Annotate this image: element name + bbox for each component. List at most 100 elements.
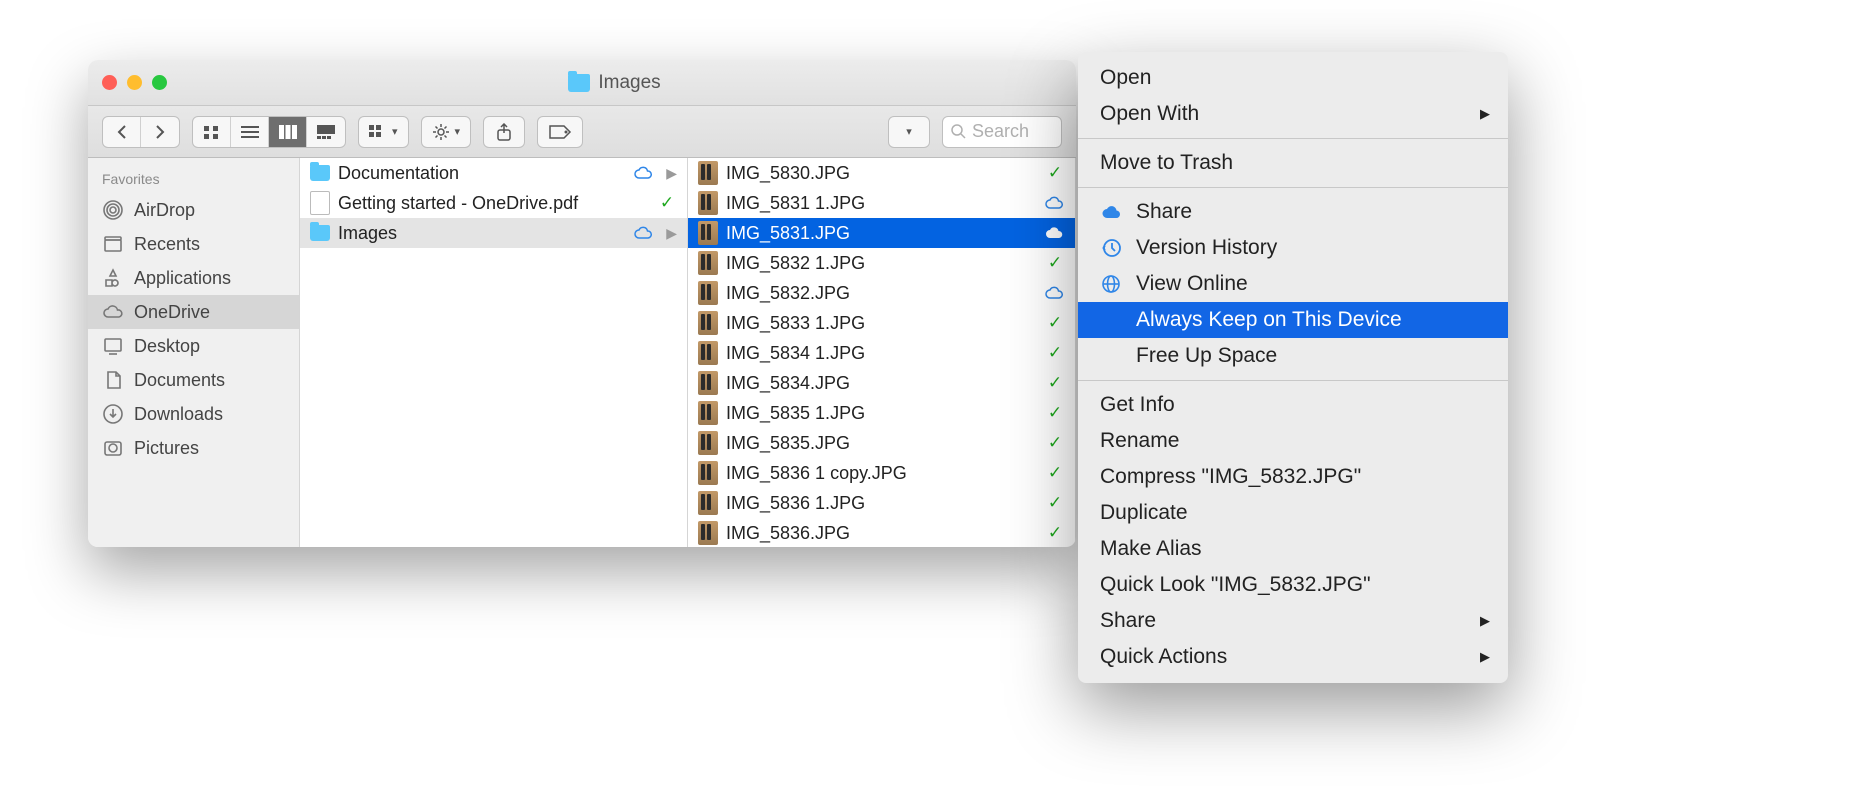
- file-name: Images: [338, 223, 626, 244]
- column-2: IMG_5830.JPG✓IMG_5831 1.JPGIMG_5831.JPGI…: [688, 158, 1076, 547]
- file-name: IMG_5831.JPG: [726, 223, 1037, 244]
- sidebar-item-label: Recents: [134, 234, 200, 255]
- column2-row[interactable]: IMG_5836.JPG✓: [688, 518, 1075, 547]
- file-name: IMG_5836.JPG: [726, 523, 1037, 544]
- image-thumbnail-icon: [698, 191, 718, 215]
- close-window-button[interactable]: [102, 75, 117, 90]
- minimize-window-button[interactable]: [127, 75, 142, 90]
- context-menu-item[interactable]: Compress "IMG_5832.JPG": [1078, 459, 1508, 495]
- image-thumbnail-icon: [698, 281, 718, 305]
- context-menu-item[interactable]: Share: [1078, 603, 1508, 639]
- file-name: Documentation: [338, 163, 626, 184]
- synced-icon: ✓: [1045, 433, 1065, 453]
- view-mode-buttons: [192, 116, 346, 148]
- toolbar: ▾ ▾ ▾ Search: [88, 106, 1076, 158]
- context-menu-item[interactable]: Rename: [1078, 423, 1508, 459]
- column1-row[interactable]: Getting started - OneDrive.pdf✓: [300, 188, 687, 218]
- sidebar-item-airdrop[interactable]: AirDrop: [88, 193, 299, 227]
- gallery-view-button[interactable]: [307, 117, 345, 147]
- column2-row[interactable]: IMG_5834 1.JPG ✓: [688, 338, 1075, 368]
- context-menu-item[interactable]: Open With: [1078, 96, 1508, 132]
- share-button[interactable]: [483, 116, 525, 148]
- downloads-icon: [102, 403, 124, 425]
- column2-row[interactable]: IMG_5832 1.JPG✓: [688, 248, 1075, 278]
- file-name: IMG_5831 1.JPG: [726, 193, 1037, 214]
- sidebar-item-documents[interactable]: Documents: [88, 363, 299, 397]
- sidebar-item-applications[interactable]: Applications: [88, 261, 299, 295]
- sidebar-item-onedrive[interactable]: OneDrive: [88, 295, 299, 329]
- column2-row[interactable]: IMG_5831 1.JPG: [688, 188, 1075, 218]
- context-menu-label: Duplicate: [1100, 501, 1188, 525]
- column2-row[interactable]: IMG_5833 1.JPG✓: [688, 308, 1075, 338]
- history-icon: [1100, 238, 1122, 258]
- file-name: IMG_5835 1.JPG: [726, 403, 1037, 424]
- context-menu-label: Free Up Space: [1136, 344, 1277, 368]
- icon-view-button[interactable]: [193, 117, 231, 147]
- column2-row[interactable]: IMG_5836 1.JPG ✓: [688, 488, 1075, 518]
- cloud-icon: [102, 301, 124, 323]
- document-icon: [310, 191, 330, 215]
- image-thumbnail-icon: [698, 221, 718, 245]
- cloud-icon: [1045, 286, 1065, 300]
- column2-row[interactable]: IMG_5835.JPG✓: [688, 428, 1075, 458]
- column2-row[interactable]: IMG_5836 1 copy.JPG✓: [688, 458, 1075, 488]
- column-1: Documentation ▶ Getting started - OneDrive…: [300, 158, 688, 547]
- file-name: IMG_5836 1 copy.JPG: [726, 463, 1037, 484]
- action-button[interactable]: ▾: [421, 116, 472, 148]
- pictures-icon: [102, 437, 124, 459]
- context-menu-item[interactable]: Make Alias: [1078, 531, 1508, 567]
- dropdown-button[interactable]: ▾: [888, 116, 930, 148]
- search-placeholder: Search: [972, 121, 1029, 142]
- synced-icon: ✓: [1045, 343, 1065, 363]
- image-thumbnail-icon: [698, 161, 718, 185]
- arrange-button[interactable]: ▾: [358, 116, 409, 148]
- list-view-button[interactable]: [231, 117, 269, 147]
- column1-row[interactable]: Documentation ▶: [300, 158, 687, 188]
- sidebar-item-desktop[interactable]: Desktop: [88, 329, 299, 363]
- context-menu-label: Open: [1100, 66, 1151, 90]
- column1-row[interactable]: Images▶: [300, 218, 687, 248]
- context-menu-label: Get Info: [1100, 393, 1175, 417]
- context-menu-item[interactable]: Get Info: [1078, 387, 1508, 423]
- file-name: IMG_5836 1.JPG: [726, 493, 1037, 514]
- context-menu-item[interactable]: Version History: [1078, 230, 1508, 266]
- context-menu-item[interactable]: Move to Trash: [1078, 145, 1508, 181]
- context-menu-item[interactable]: Open: [1078, 60, 1508, 96]
- file-name: IMG_5834 1.JPG: [726, 343, 1037, 364]
- context-menu-item[interactable]: Always Keep on This Device: [1078, 302, 1508, 338]
- column2-row[interactable]: IMG_5831.JPG: [688, 218, 1075, 248]
- sidebar-item-recents[interactable]: Recents: [88, 227, 299, 261]
- column-view-button[interactable]: [269, 117, 307, 147]
- cloud-icon: [634, 166, 654, 180]
- forward-button[interactable]: [141, 117, 179, 147]
- chevron-right-icon: ▶: [666, 165, 677, 182]
- context-menu-item[interactable]: Quick Actions: [1078, 639, 1508, 675]
- back-button[interactable]: [103, 117, 141, 147]
- image-thumbnail-icon: [698, 341, 718, 365]
- sidebar-item-downloads[interactable]: Downloads: [88, 397, 299, 431]
- sidebar-item-label: Documents: [134, 370, 225, 391]
- file-name: IMG_5830.JPG: [726, 163, 1037, 184]
- context-menu-label: Rename: [1100, 429, 1179, 453]
- sidebar-item-label: Pictures: [134, 438, 199, 459]
- search-field[interactable]: Search: [942, 116, 1062, 148]
- context-menu-item[interactable]: Quick Look "IMG_5832.JPG": [1078, 567, 1508, 603]
- context-menu-item[interactable]: Duplicate: [1078, 495, 1508, 531]
- context-menu-item[interactable]: View Online: [1078, 266, 1508, 302]
- sidebar-item-label: Applications: [134, 268, 231, 289]
- sidebar-item-pictures[interactable]: Pictures: [88, 431, 299, 465]
- sidebar: Favorites AirDropRecentsApplicationsOneD…: [88, 158, 300, 547]
- cloud-blue-icon: [1100, 204, 1122, 220]
- tags-button[interactable]: [537, 116, 583, 148]
- context-menu-item[interactable]: Share: [1078, 194, 1508, 230]
- context-menu-item[interactable]: Free Up Space: [1078, 338, 1508, 374]
- synced-icon: ✓: [1045, 493, 1065, 513]
- column2-row[interactable]: IMG_5834.JPG✓: [688, 368, 1075, 398]
- column2-row[interactable]: IMG_5830.JPG✓: [688, 158, 1075, 188]
- zoom-window-button[interactable]: [152, 75, 167, 90]
- cloud-icon: [1045, 226, 1065, 240]
- applications-icon: [102, 267, 124, 289]
- column2-row[interactable]: IMG_5835 1.JPG✓: [688, 398, 1075, 428]
- column2-row[interactable]: IMG_5832.JPG: [688, 278, 1075, 308]
- folder-icon: [568, 74, 590, 92]
